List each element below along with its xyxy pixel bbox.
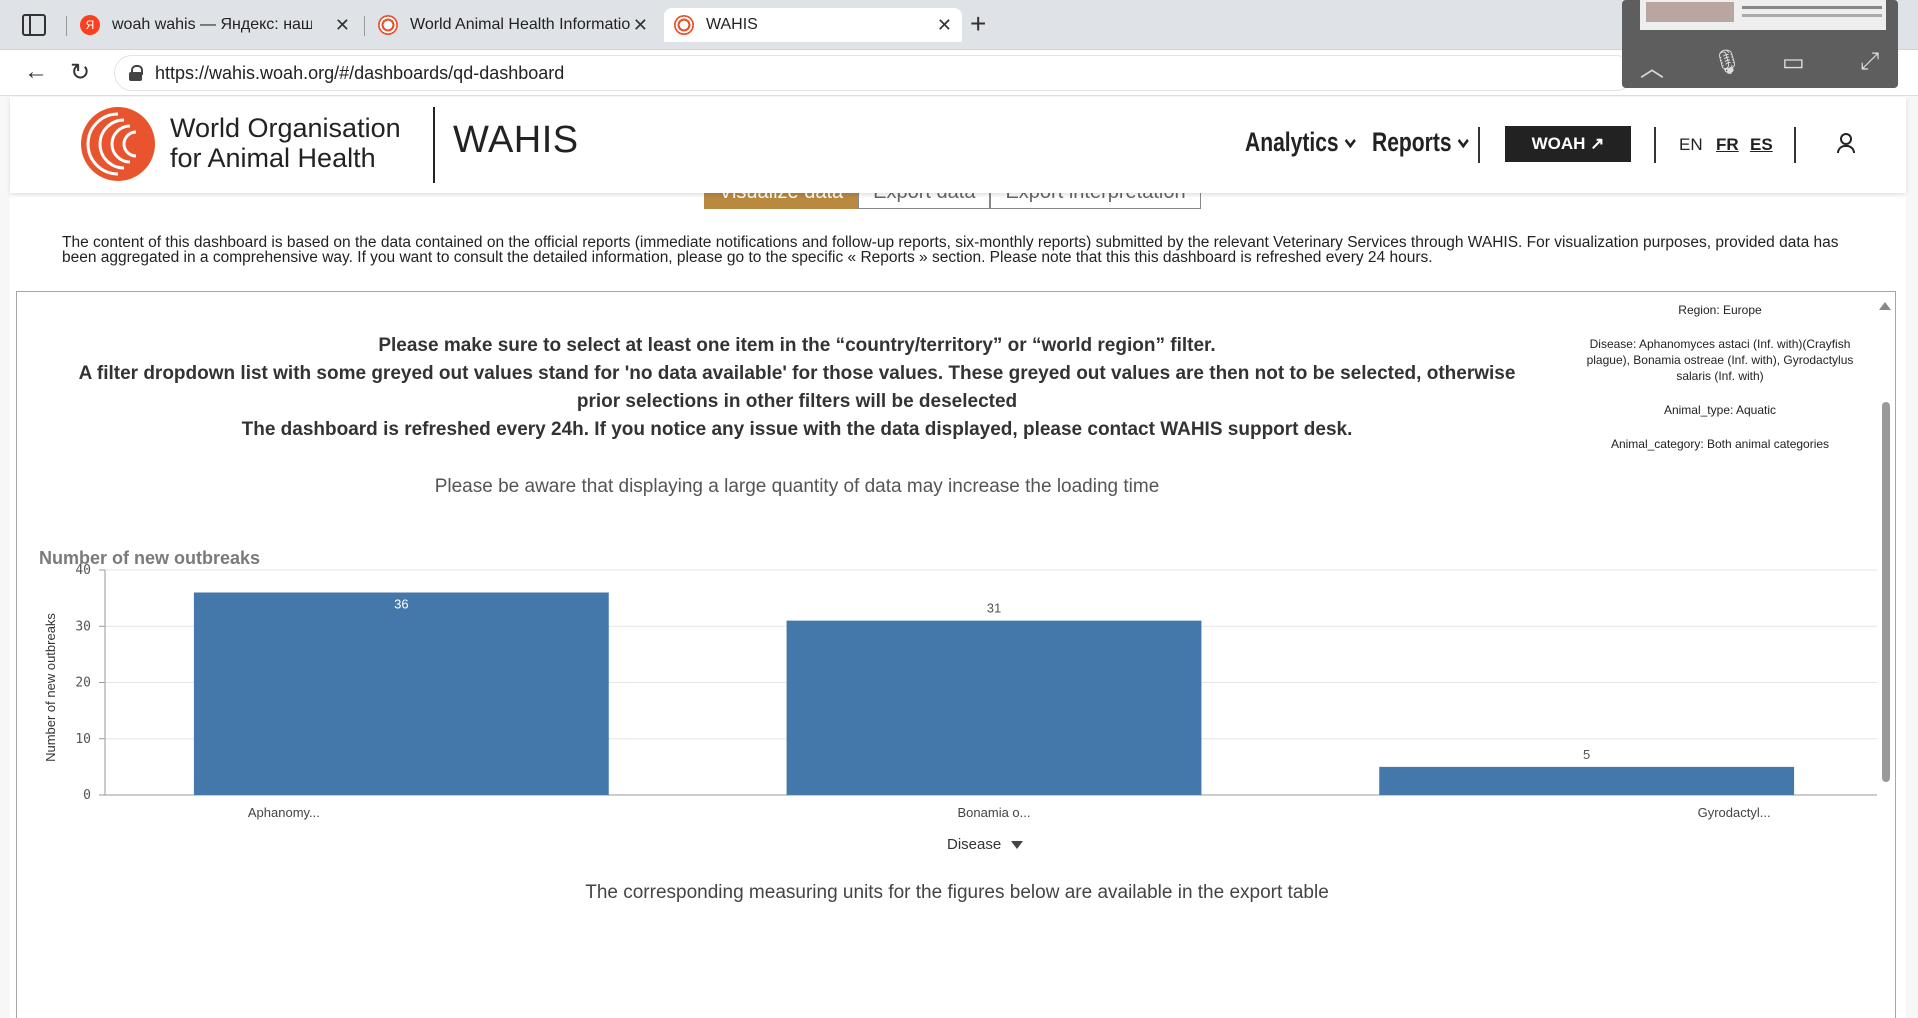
lock-icon: [129, 65, 143, 81]
y-tick-label: 30: [75, 619, 91, 634]
expand-icon[interactable]: ⤢: [1860, 48, 1879, 76]
popup-thumbnail: [1646, 2, 1734, 22]
tab-title: World Animal Health Information: [410, 16, 630, 33]
scrollbar-thumb[interactable]: [1882, 402, 1890, 782]
intro-text: The content of this dashboard is based o…: [62, 234, 1839, 266]
tab-yandex[interactable]: Я woah wahis — Яндекс: нашлось ✕: [70, 8, 360, 42]
user-icon[interactable]: [1836, 133, 1855, 153]
outbreaks-bar-chart: 0 10 20 30 40 Number of new outbreaks 36 Aphano…: [43, 563, 1877, 820]
woah-favicon-icon: [378, 15, 398, 35]
notice-line3: The dashboard is refreshed every 24h. If…: [241, 419, 1353, 440]
y-axis-title: Number of new outbreaks: [43, 613, 58, 762]
filter-region: Region: Europe: [1678, 303, 1762, 317]
page-content: Visualize data Export data Export interp…: [10, 185, 1906, 1018]
lang-fr[interactable]: FR: [1716, 135, 1739, 155]
tab-title: WAHIS: [706, 16, 758, 33]
notice: Please make sure to select at least one …: [57, 332, 1537, 444]
tab-wahis[interactable]: WAHIS ✕: [664, 8, 962, 42]
bar: [193, 592, 609, 795]
bar-value-label: 31: [987, 601, 1001, 616]
nav-reports[interactable]: Reports: [1372, 127, 1469, 158]
nav-divider: [1794, 127, 1796, 163]
video-popup[interactable]: ︿ 🎙 ▭ ⤢: [1622, 0, 1898, 88]
camera-off-icon[interactable]: ▭: [1782, 48, 1805, 77]
y-tick-label: 10: [75, 732, 91, 747]
close-icon[interactable]: ✕: [937, 15, 952, 36]
org-name-line2: for Animal Health: [170, 143, 376, 173]
nav-divider: [1654, 127, 1656, 163]
tab-separator: [66, 16, 67, 36]
yandex-favicon-icon: Я: [80, 15, 100, 35]
nav-analytics[interactable]: Analytics: [1245, 127, 1356, 158]
filter-animal-category: Animal_category: Both animal categories: [1610, 437, 1830, 451]
back-arrow-icon[interactable]: ←: [24, 58, 48, 86]
close-icon[interactable]: ✕: [633, 15, 648, 36]
lang-es[interactable]: ES: [1750, 135, 1773, 155]
notice-line1: Please make sure to select at least one …: [378, 335, 1216, 356]
bar-value-label: 36: [394, 597, 408, 612]
bar: [1379, 766, 1795, 795]
notice-line2: A filter dropdown list with some greyed …: [78, 363, 1516, 412]
scroll-up-arrow-icon[interactable]: [1879, 302, 1891, 310]
chevron-down-icon: [1344, 133, 1356, 149]
new-tab-icon[interactable]: +: [970, 8, 986, 40]
mic-off-icon[interactable]: 🎙: [1712, 48, 1742, 77]
caret-down-icon: [1011, 841, 1024, 849]
filter-disease: Disease: Aphanomyces astaci (Inf. with)(…: [1586, 337, 1854, 383]
dashboard-panel: Please make sure to select at least one …: [16, 291, 1896, 1018]
header-divider: [433, 107, 435, 183]
woah-logo-icon[interactable]: [78, 104, 158, 184]
lang-en[interactable]: EN: [1679, 135, 1703, 155]
y-tick-label: 40: [75, 563, 91, 578]
tab-separator: [364, 16, 365, 36]
dashboard-scrollbar[interactable]: [1879, 292, 1893, 1018]
close-icon[interactable]: ✕: [335, 15, 350, 36]
x-axis-title-dropdown[interactable]: Disease: [947, 836, 1024, 853]
measuring-units-note: The corresponding measuring units for th…: [585, 882, 1329, 903]
url-text: https://wahis.woah.org/#/dashboards/qd-d…: [155, 62, 565, 83]
site-header: World Organisation for Animal Health WAH…: [10, 97, 1906, 193]
popup-preview-text: [1742, 6, 1882, 9]
nav-divider: [1478, 127, 1480, 163]
tab-sidebar-icon[interactable]: [22, 14, 46, 36]
url-field[interactable]: https://wahis.woah.org/#/dashboards/qd-d…: [114, 55, 1634, 91]
bar-value-label: 5: [1583, 747, 1590, 762]
y-tick-label: 20: [75, 676, 91, 691]
nav-analytics-label: Analytics: [1245, 127, 1339, 157]
filter-animal-type: Animal_type: Aquatic: [1663, 403, 1777, 417]
tab-title: woah wahis — Яндекс: нашлось: [112, 16, 312, 33]
org-name-line1: World Organisation: [170, 113, 401, 143]
nav-reports-label: Reports: [1372, 127, 1452, 157]
chevron-up-icon[interactable]: ︿: [1640, 48, 1664, 83]
filter-summary: Region: Europe Disease: Aphanomyces asta…: [1575, 302, 1865, 470]
y-tick-label: 0: [83, 788, 91, 803]
org-name: World Organisation for Animal Health: [170, 113, 401, 173]
x-tick-label: Bonamia o...: [958, 805, 1031, 820]
tab-world-animal-health[interactable]: World Animal Health Information ✕: [368, 8, 658, 42]
reload-icon[interactable]: ↻: [70, 58, 90, 87]
bar: [786, 620, 1202, 795]
x-tick-label: Aphanomy...: [248, 805, 320, 820]
woah-external-button[interactable]: WOAH ↗: [1505, 126, 1631, 162]
woah-favicon-icon: [674, 15, 694, 35]
x-axis-label: Disease: [947, 836, 1002, 853]
x-tick-label: Gyrodactyl...: [1698, 805, 1771, 820]
loading-warning: Please be aware that displaying a large …: [434, 476, 1160, 497]
site-title[interactable]: WAHIS: [453, 119, 579, 162]
chevron-down-icon: [1457, 133, 1469, 149]
